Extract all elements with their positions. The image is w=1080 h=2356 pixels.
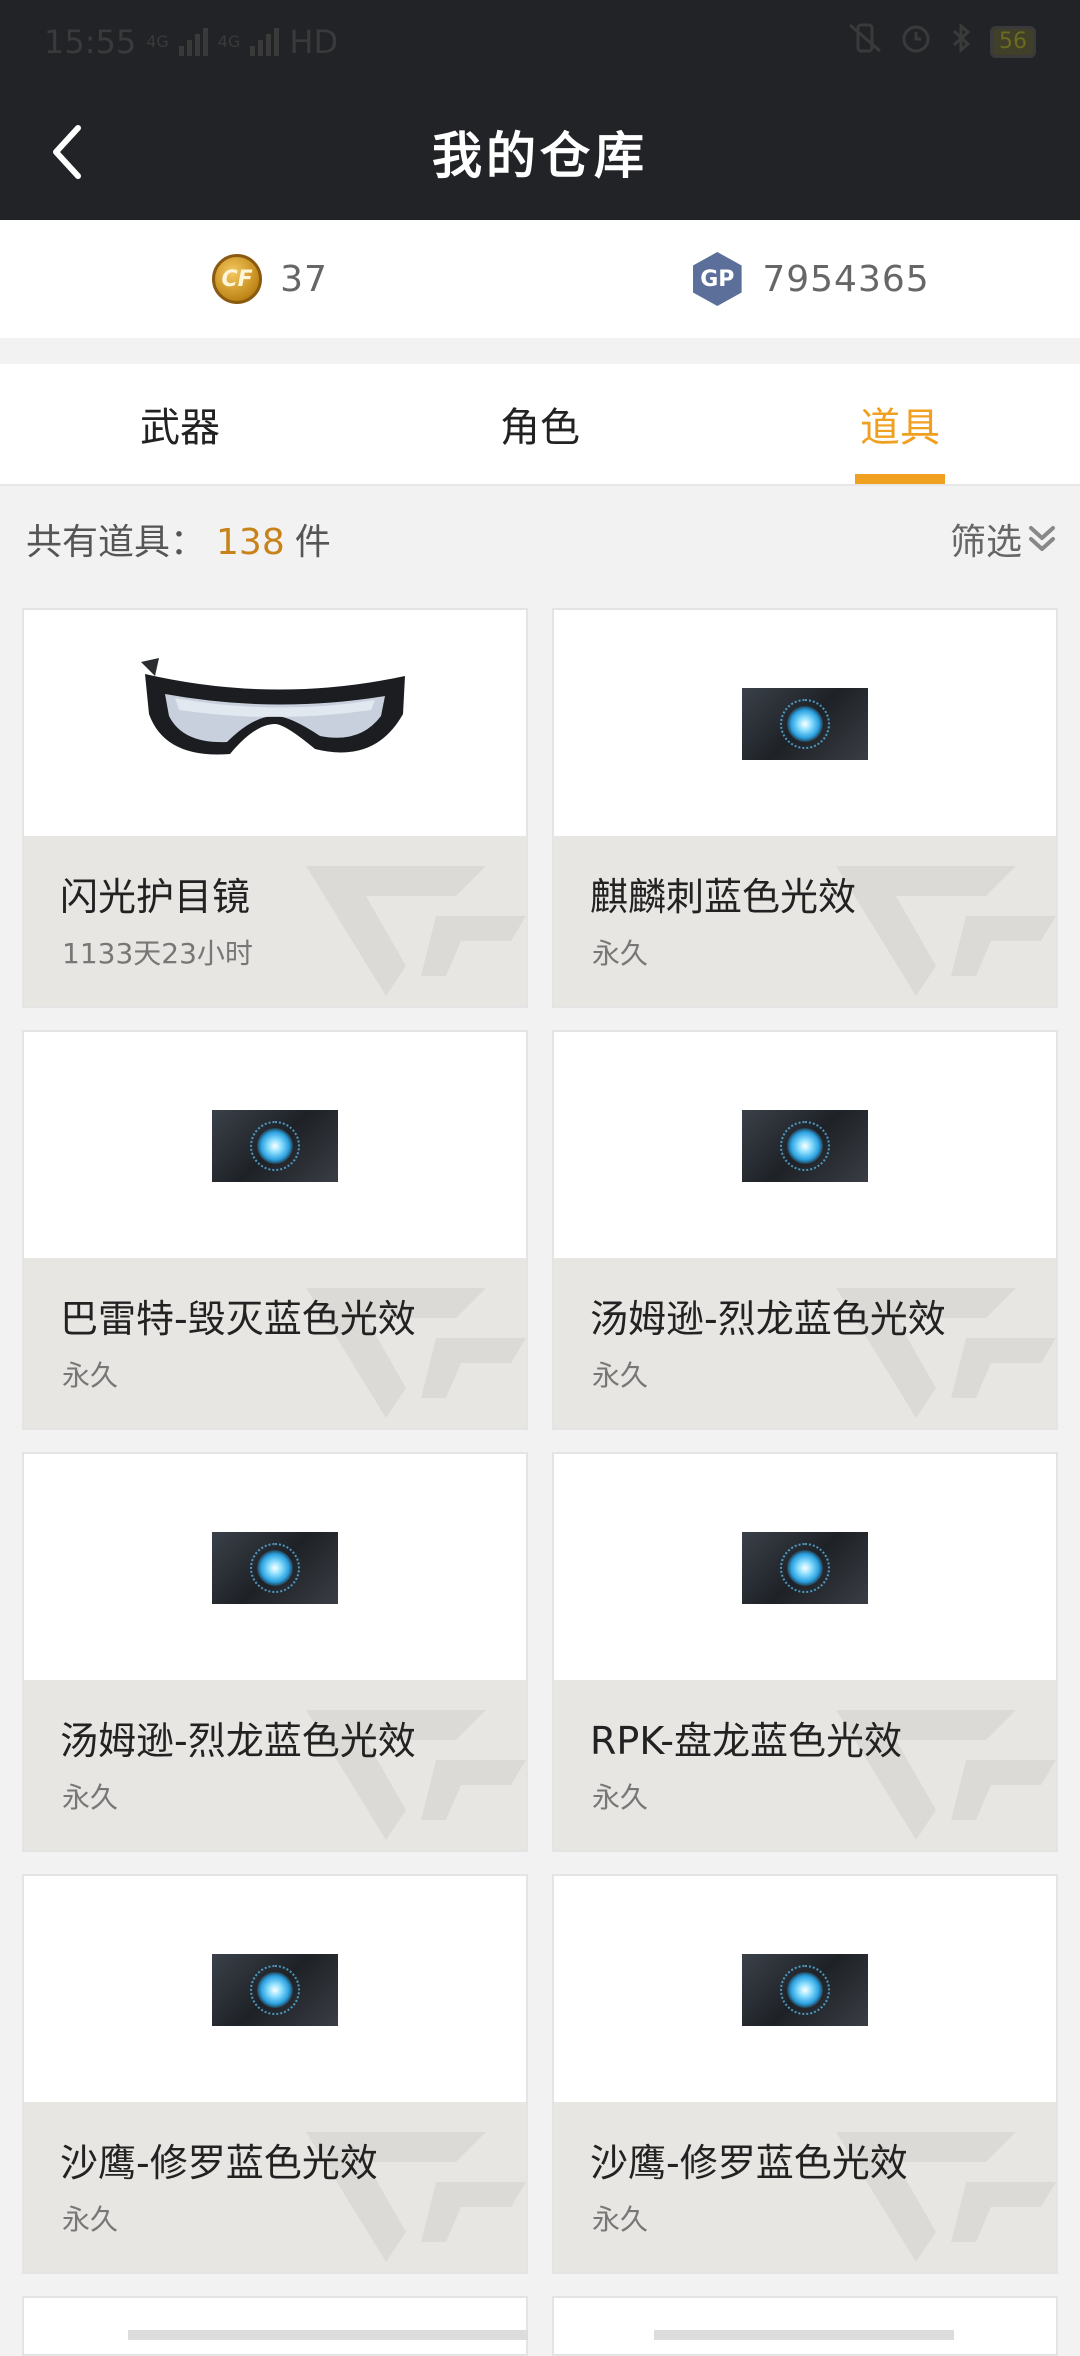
item-image-area [24, 1032, 526, 1260]
item-name: RPK-盘龙蓝色光效 [590, 1719, 902, 1763]
item-image-area [554, 1876, 1056, 2104]
item-name: 沙鹰-修罗蓝色光效 [590, 2141, 908, 2185]
item-info-panel: 汤姆逊-烈龙蓝色光效 永久 [554, 1258, 1056, 1428]
item-info-panel: 闪光护目镜 1133天23小时 [24, 836, 526, 1006]
item-duration: 1133天23小时 [62, 937, 253, 970]
double-chevron-down-icon [1029, 526, 1055, 551]
item-card[interactable]: RPK-盘龙蓝色光效 永久 [552, 1452, 1058, 1852]
item-name: 汤姆逊-烈龙蓝色光效 [590, 1297, 946, 1341]
item-info-panel: 汤姆逊-烈龙蓝色光效 永久 [24, 1680, 526, 1850]
item-name: 闪光护目镜 [60, 875, 251, 919]
item-image-area [24, 610, 526, 838]
top-navigation-bar: 我的仓库 [0, 84, 1080, 220]
blue-effect-image [742, 688, 868, 760]
blue-effect-image [212, 1532, 338, 1604]
count-unit: 件 [294, 522, 331, 563]
item-duration: 永久 [592, 1359, 649, 1392]
item-info-panel: 沙鹰-修罗蓝色光效 永久 [24, 2102, 526, 2272]
alarm-icon [900, 22, 932, 62]
gp-points-value: 7954365 [762, 258, 930, 300]
status-bar: 15:55 4G 4G HD 56 [0, 0, 1080, 84]
item-image-area [554, 1454, 1056, 1682]
cf-points-value: 37 [280, 258, 328, 300]
item-card-partial[interactable] [552, 2296, 1058, 2356]
item-image-area [24, 1454, 526, 1682]
item-card[interactable]: 巴雷特-毁灭蓝色光效 永久 [22, 1030, 528, 1430]
item-image-area [24, 1876, 526, 2104]
gp-icon: GP [693, 252, 742, 306]
item-image-placeholder [128, 2330, 528, 2340]
item-grid: 闪光护目镜 1133天23小时 麒麟刺蓝色光效 永久 巴雷特-毁灭蓝色光效 永久 [22, 608, 1058, 2274]
network-type-1: 4G [146, 32, 169, 51]
tab-items[interactable]: 道具 [780, 364, 1020, 484]
item-card-partial[interactable] [22, 2296, 528, 2356]
cf-coin-icon: CF [212, 254, 263, 304]
item-name: 沙鹰-修罗蓝色光效 [60, 2141, 378, 2185]
blue-effect-image [742, 1954, 868, 2026]
currency-bar: CF 37 GP 7954365 [0, 220, 1080, 338]
item-duration: 永久 [62, 1359, 119, 1392]
item-info-panel: 麒麟刺蓝色光效 永久 [554, 836, 1056, 1006]
item-info-panel: 沙鹰-修罗蓝色光效 永久 [554, 2102, 1056, 2272]
item-card[interactable]: 汤姆逊-烈龙蓝色光效 永久 [22, 1452, 528, 1852]
cf-points-display: CF 37 [0, 254, 540, 304]
item-duration: 永久 [592, 1781, 649, 1814]
filter-button[interactable]: 筛选 [950, 513, 1056, 565]
item-name: 麒麟刺蓝色光效 [590, 875, 857, 919]
signal-icon [250, 28, 280, 56]
cf-logo-watermark [306, 866, 526, 996]
status-time: 15:55 [44, 23, 137, 61]
blue-effect-image [212, 1110, 338, 1182]
item-duration: 永久 [62, 1781, 119, 1814]
page-title: 我的仓库 [432, 127, 648, 185]
count-prefix: 共有道具： [26, 522, 207, 563]
bluetooth-icon [950, 22, 972, 62]
hd-indicator: HD [289, 23, 339, 61]
vibrate-icon [848, 23, 882, 61]
blue-effect-image [742, 1532, 868, 1604]
item-card[interactable]: 汤姆逊-烈龙蓝色光效 永久 [552, 1030, 1058, 1430]
goggles-image [141, 658, 405, 755]
item-duration: 永久 [592, 2203, 649, 2236]
inventory-summary: 共有道具： 138 件 筛选 [0, 486, 1080, 592]
item-image-area [554, 610, 1056, 838]
blue-effect-image [742, 1110, 868, 1182]
tab-characters[interactable]: 角色 [420, 364, 660, 484]
signal-icon [178, 28, 208, 56]
item-card[interactable]: 麒麟刺蓝色光效 永久 [552, 608, 1058, 1008]
item-card[interactable]: 沙鹰-修罗蓝色光效 永久 [552, 1874, 1058, 2274]
item-info-panel: 巴雷特-毁灭蓝色光效 永久 [24, 1258, 526, 1428]
item-name: 巴雷特-毁灭蓝色光效 [60, 1297, 416, 1341]
filter-label: 筛选 [949, 522, 1022, 563]
item-count: 138 [216, 522, 285, 563]
item-count-text: 共有道具： 138 件 [26, 513, 331, 565]
battery-indicator: 56 [990, 26, 1036, 58]
item-name: 汤姆逊-烈龙蓝色光效 [60, 1719, 416, 1763]
item-duration: 永久 [592, 937, 649, 970]
item-info-panel: RPK-盘龙蓝色光效 永久 [554, 1680, 1056, 1850]
item-image-area [554, 1032, 1056, 1260]
gp-points-display: GP 7954365 [540, 252, 1080, 306]
item-duration: 永久 [62, 2203, 119, 2236]
blue-effect-image [212, 1954, 338, 2026]
item-card[interactable]: 闪光护目镜 1133天23小时 [22, 608, 528, 1008]
active-tab-indicator [855, 474, 945, 484]
item-card[interactable]: 沙鹰-修罗蓝色光效 永久 [22, 1874, 528, 2274]
tab-weapons[interactable]: 武器 [60, 364, 300, 484]
category-tabs: 武器 角色 道具 [0, 364, 1080, 486]
item-image-placeholder [654, 2330, 954, 2340]
network-type-2: 4G [217, 32, 241, 51]
